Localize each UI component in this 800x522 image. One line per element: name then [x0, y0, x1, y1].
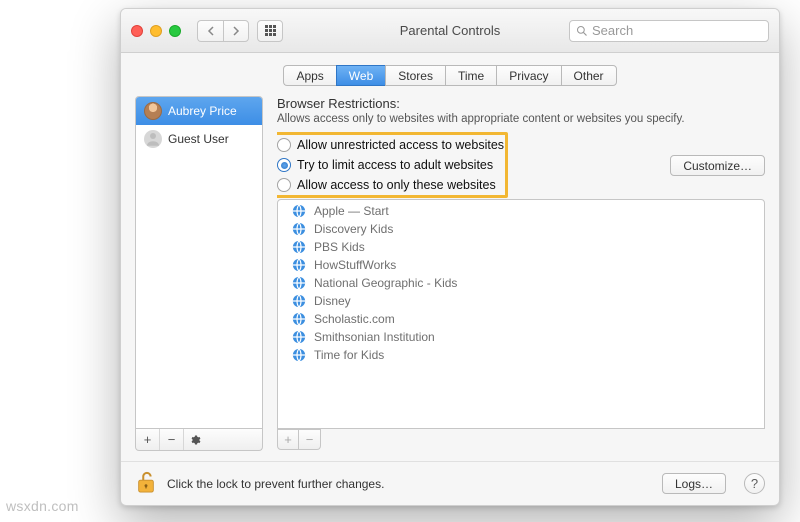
add-user-button[interactable]: +: [136, 429, 160, 450]
radio-button[interactable]: [277, 178, 291, 192]
globe-icon: [292, 330, 306, 344]
footer: Click the lock to prevent further change…: [121, 461, 779, 505]
remove-site-button[interactable]: −: [299, 429, 321, 450]
lock-open-icon: [135, 469, 157, 495]
site-name: Smithsonian Institution: [314, 330, 435, 344]
user-row[interactable]: Guest User: [136, 125, 262, 153]
site-row[interactable]: National Geographic - Kids: [278, 274, 764, 292]
site-row[interactable]: Smithsonian Institution: [278, 328, 764, 346]
globe-icon: [292, 348, 306, 362]
tab-apps[interactable]: Apps: [283, 65, 335, 86]
restriction-option[interactable]: Try to limit access to adult websites: [277, 155, 504, 175]
site-row[interactable]: Disney: [278, 292, 764, 310]
chevron-left-icon: [207, 26, 215, 36]
preferences-window: Parental Controls Search AppsWebStoresTi…: [120, 8, 780, 506]
allowed-sites-list[interactable]: Apple — Start Discovery Kids PBS Kids HowSt…: [277, 199, 765, 429]
tab-time[interactable]: Time: [445, 65, 496, 86]
radio-group-wrap: Allow unrestricted access to websites Try…: [277, 135, 504, 195]
globe-icon: [292, 204, 306, 218]
search-placeholder: Search: [592, 23, 633, 38]
site-row[interactable]: Apple — Start: [278, 202, 764, 220]
site-row[interactable]: Time for Kids: [278, 346, 764, 364]
users-sidebar: Aubrey Price Guest User + −: [135, 96, 263, 451]
user-row[interactable]: Aubrey Price: [136, 97, 262, 125]
globe-icon: [292, 276, 306, 290]
radio-button[interactable]: [277, 158, 291, 172]
restriction-radio-group: Allow unrestricted access to websites Try…: [277, 135, 504, 195]
gear-icon: [189, 434, 201, 446]
minimize-window-button[interactable]: [150, 25, 162, 37]
tab-privacy[interactable]: Privacy: [496, 65, 560, 86]
sidebar-toolbar: + −: [135, 429, 263, 451]
forward-button[interactable]: [223, 20, 249, 42]
search-field[interactable]: Search: [569, 20, 769, 42]
radio-label: Allow access to only these websites: [297, 178, 496, 192]
globe-icon: [292, 240, 306, 254]
lock-hint: Click the lock to prevent further change…: [167, 477, 384, 491]
search-icon: [576, 25, 588, 37]
customize-button[interactable]: Customize…: [670, 155, 765, 176]
site-name: Disney: [314, 294, 351, 308]
site-name: National Geographic - Kids: [314, 276, 457, 290]
site-name: Discovery Kids: [314, 222, 393, 236]
watermark: wsxdn.com: [6, 498, 79, 514]
globe-icon: [292, 258, 306, 272]
avatar-icon: [144, 102, 162, 120]
globe-icon: [292, 294, 306, 308]
add-site-button[interactable]: +: [277, 429, 299, 450]
site-row[interactable]: Scholastic.com: [278, 310, 764, 328]
user-name: Guest User: [168, 132, 229, 146]
site-name: HowStuffWorks: [314, 258, 396, 272]
remove-user-button[interactable]: −: [160, 429, 184, 450]
window-controls: [131, 25, 181, 37]
help-button[interactable]: ?: [744, 473, 765, 494]
grid-icon: [265, 25, 276, 36]
content: AppsWebStoresTimePrivacyOther Aubrey Pri…: [121, 53, 779, 461]
restriction-option[interactable]: Allow access to only these websites: [277, 175, 504, 195]
radio-label: Allow unrestricted access to websites: [297, 138, 504, 152]
back-button[interactable]: [197, 20, 223, 42]
logs-button[interactable]: Logs…: [662, 473, 726, 494]
tab-bar: AppsWebStoresTimePrivacyOther: [283, 65, 616, 86]
radio-button[interactable]: [277, 138, 291, 152]
globe-icon: [292, 222, 306, 236]
restriction-row: Allow unrestricted access to websites Try…: [277, 135, 765, 195]
site-name: Scholastic.com: [314, 312, 395, 326]
site-name: PBS Kids: [314, 240, 365, 254]
nav-segmented: [197, 20, 249, 42]
section-title: Browser Restrictions:: [277, 96, 765, 111]
user-list[interactable]: Aubrey Price Guest User: [135, 96, 263, 429]
site-row[interactable]: Discovery Kids: [278, 220, 764, 238]
site-name: Time for Kids: [314, 348, 384, 362]
tab-web[interactable]: Web: [336, 65, 385, 86]
tab-stores[interactable]: Stores: [385, 65, 445, 86]
site-row[interactable]: PBS Kids: [278, 238, 764, 256]
titlebar: Parental Controls Search: [121, 9, 779, 53]
close-window-button[interactable]: [131, 25, 143, 37]
zoom-window-button[interactable]: [169, 25, 181, 37]
show-all-button[interactable]: [257, 20, 283, 42]
restriction-option[interactable]: Allow unrestricted access to websites: [277, 135, 504, 155]
main-panel: Browser Restrictions: Allows access only…: [277, 96, 765, 451]
user-name: Aubrey Price: [168, 104, 237, 118]
body: Aubrey Price Guest User + − Browser Restr…: [135, 96, 765, 451]
lock-button[interactable]: [135, 469, 157, 498]
chevron-right-icon: [232, 26, 240, 36]
globe-icon: [292, 312, 306, 326]
radio-label: Try to limit access to adult websites: [297, 158, 493, 172]
site-row[interactable]: HowStuffWorks: [278, 256, 764, 274]
guest-avatar-icon: [144, 130, 162, 148]
sites-toolbar: + −: [277, 429, 765, 451]
section-description: Allows access only to websites with appr…: [277, 113, 707, 125]
user-actions-button[interactable]: [184, 429, 262, 450]
site-name: Apple — Start: [314, 204, 389, 218]
tab-other[interactable]: Other: [561, 65, 617, 86]
